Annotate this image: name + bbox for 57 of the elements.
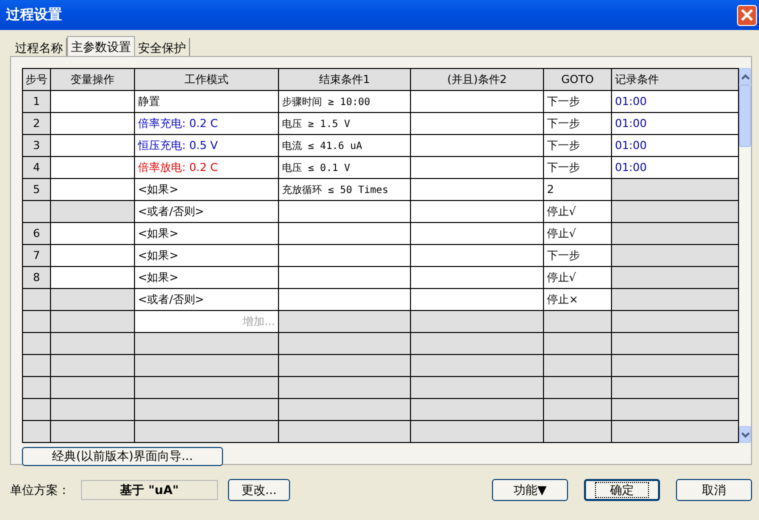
table-cell: 下一步: [544, 157, 612, 179]
close-icon: [740, 8, 754, 22]
tab[interactable]: 安全保护: [135, 38, 190, 56]
table-cell: 步骤时间 ≥ 10:00: [279, 91, 411, 113]
dialog-button[interactable]: 功能▼: [492, 479, 568, 501]
table-cell: 电压 ≥ 1.5 V: [279, 113, 411, 135]
scroll-down-button[interactable]: [739, 426, 751, 443]
table-cell: 4: [23, 157, 51, 179]
table-cell: 5: [23, 179, 51, 201]
column-header: 步号: [23, 69, 51, 91]
table-cell: 下一步: [544, 91, 612, 113]
table-cell: <如果>: [135, 179, 279, 201]
table-cell: 下一步: [544, 135, 612, 157]
close-button[interactable]: [737, 4, 757, 26]
change-button[interactable]: 更改...: [228, 479, 290, 501]
column-header: 记录条件: [612, 69, 739, 91]
table-cell: [544, 355, 612, 377]
table-cell: 静置: [135, 91, 279, 113]
column-header: 变量操作: [51, 69, 135, 91]
column-header: GOTO: [544, 69, 612, 91]
table-cell: 2: [23, 113, 51, 135]
scrollbar[interactable]: [739, 68, 751, 443]
table-cell: [544, 333, 612, 355]
table-cell: 下一步: [544, 113, 612, 135]
table-cell: <如果>: [135, 267, 279, 289]
unit-scheme-field: 基于 "uA": [81, 480, 218, 500]
table-cell: 电压 ≤ 0.1 V: [279, 157, 411, 179]
table-cell: 充放循环 ≤ 50 Times: [279, 179, 411, 201]
table-cell: [544, 311, 612, 333]
table-cell: 3: [23, 135, 51, 157]
table-cell: <或者/否则>: [135, 289, 279, 311]
wizard-button[interactable]: 经典(以前版本)界面向导...: [22, 447, 223, 466]
unit-scheme-label: 单位方案：: [10, 482, 71, 498]
table-cell: 倍率放电: 0.2 C: [135, 157, 279, 179]
dialog-button[interactable]: 取消: [676, 479, 752, 501]
table-cell: <或者/否则>: [135, 201, 279, 223]
dialog-button[interactable]: 确定: [584, 479, 660, 501]
table-cell: 6: [23, 223, 51, 245]
table-cell: 恒压充电: 0.5 V: [135, 135, 279, 157]
table-cell: [544, 421, 612, 443]
window-title: 过程设置: [6, 6, 62, 24]
column-header: 工作模式: [135, 69, 279, 91]
table-cell: [544, 399, 612, 421]
column-header: (并且)条件2: [411, 69, 544, 91]
scroll-thumb[interactable]: [739, 85, 751, 147]
table-cell: 7: [23, 245, 51, 267]
table-cell: 电流 ≤ 41.6 uA: [279, 135, 411, 157]
scroll-up-button[interactable]: [739, 68, 751, 85]
tab[interactable]: 主参数设置: [67, 36, 135, 56]
column-header: 结束条件1: [279, 69, 411, 91]
table-cell: 8: [23, 267, 51, 289]
tab[interactable]: 过程名称: [12, 38, 67, 56]
table-cell: 1: [23, 91, 51, 113]
table-cell: 倍率充电: 0.2 C: [135, 113, 279, 135]
table-cell: <如果>: [135, 245, 279, 267]
table-cell: <如果>: [135, 223, 279, 245]
table-cell: [544, 377, 612, 399]
